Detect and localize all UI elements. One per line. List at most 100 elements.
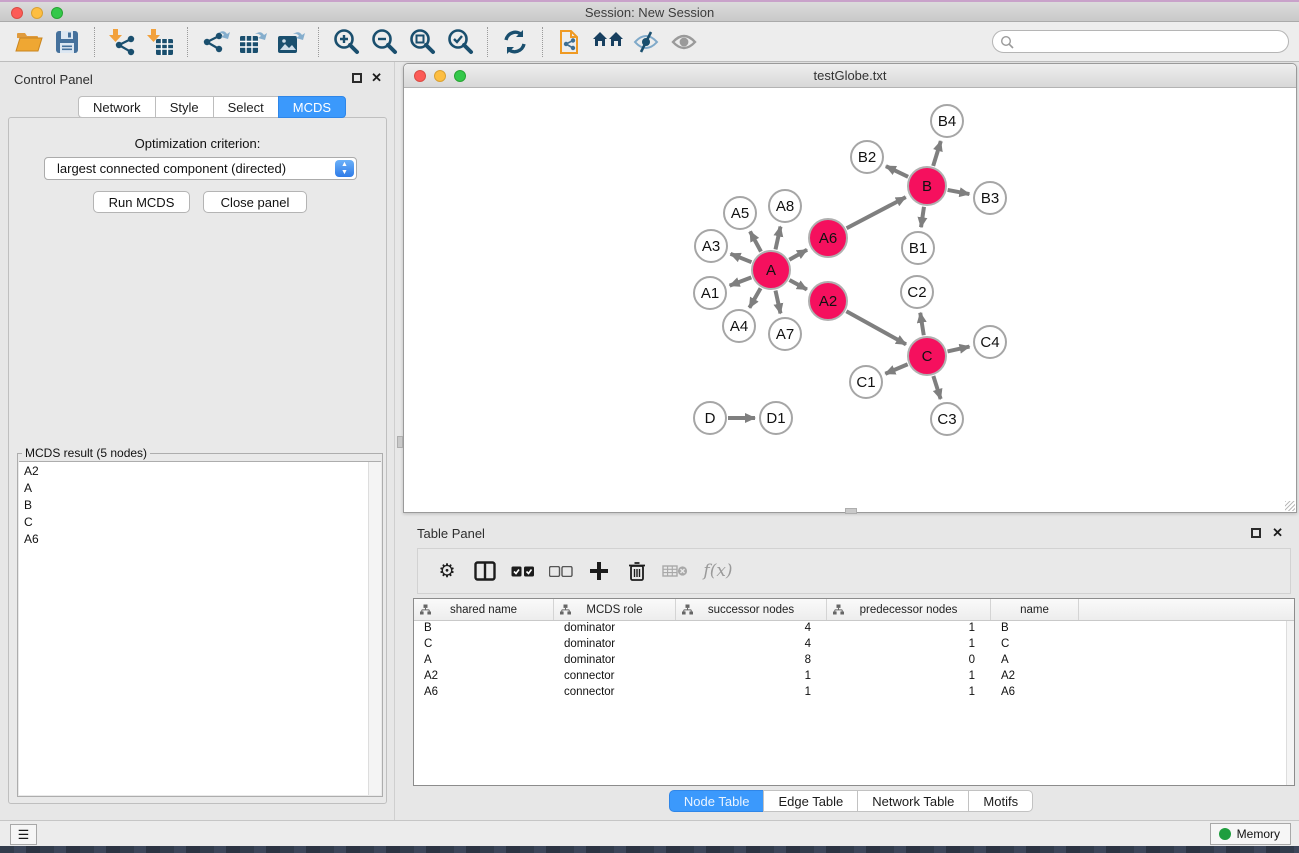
table-cell[interactable]: dominator xyxy=(554,621,676,637)
table-cell[interactable]: C xyxy=(991,637,1079,653)
show-panels-button[interactable]: ☰ xyxy=(10,824,37,845)
graph-edge-A2-C[interactable] xyxy=(846,311,906,344)
function-builder-button[interactable]: f(x) xyxy=(696,554,740,588)
delete-rows-button[interactable] xyxy=(620,554,654,588)
tab-motifs[interactable]: Motifs xyxy=(968,790,1033,812)
table-cell[interactable]: A2 xyxy=(991,669,1079,685)
graph-node-A2[interactable]: A2 xyxy=(808,281,848,321)
float-panel-icon[interactable] xyxy=(1251,528,1261,538)
column-header[interactable]: MCDS role xyxy=(554,599,676,620)
graph-edge-A-A3[interactable] xyxy=(730,254,751,262)
tab-select[interactable]: Select xyxy=(213,96,278,118)
graph-edge-A6-B[interactable] xyxy=(847,197,906,228)
table-cell[interactable]: 1 xyxy=(827,637,991,653)
graph-node-C[interactable]: C xyxy=(907,336,947,376)
window-resize-grip[interactable] xyxy=(1285,501,1295,511)
column-header[interactable]: shared name xyxy=(414,599,554,620)
list-item[interactable]: A xyxy=(19,479,381,496)
list-item[interactable]: C xyxy=(19,513,381,530)
graph-node-C4[interactable]: C4 xyxy=(973,325,1007,359)
clone-network-button[interactable] xyxy=(554,26,586,58)
zoom-out-button[interactable] xyxy=(368,26,400,58)
graph-node-D1[interactable]: D1 xyxy=(759,401,793,435)
table-row[interactable]: Bdominator41B xyxy=(414,621,1294,637)
table-cell[interactable]: 0 xyxy=(827,653,991,669)
home-pages-button[interactable] xyxy=(592,26,624,58)
scrollbar-track[interactable] xyxy=(1286,621,1294,785)
refresh-view-button[interactable] xyxy=(499,26,531,58)
table-cell[interactable]: 4 xyxy=(676,637,827,653)
table-settings-button[interactable]: ⚙ xyxy=(430,554,464,588)
graph-edge-A-A2[interactable] xyxy=(789,280,806,290)
graph-edge-B-B1[interactable] xyxy=(921,207,924,227)
mcds-result-list[interactable]: A2ABCA6 xyxy=(19,461,381,795)
zoom-fit-button[interactable] xyxy=(406,26,438,58)
graph-node-A6[interactable]: A6 xyxy=(808,218,848,258)
export-network-button[interactable] xyxy=(199,26,231,58)
import-table-button[interactable] xyxy=(144,26,176,58)
graph-node-A8[interactable]: A8 xyxy=(768,189,802,223)
graph-node-B[interactable]: B xyxy=(907,166,947,206)
table-cell[interactable]: dominator xyxy=(554,653,676,669)
graph-node-C1[interactable]: C1 xyxy=(849,365,883,399)
scrollbar-track[interactable] xyxy=(368,462,381,795)
graph-edge-A-A6[interactable] xyxy=(789,250,807,260)
import-network-button[interactable] xyxy=(106,26,138,58)
tab-mcds[interactable]: MCDS xyxy=(278,96,346,118)
save-session-button[interactable] xyxy=(51,26,83,58)
graph-edge-A-A7[interactable] xyxy=(775,291,780,314)
network-canvas[interactable]: ABCA2A6A1A3A4A5A7A8B1B2B3B4C1C2C3C4DD1 xyxy=(404,88,1296,512)
delete-table-button[interactable] xyxy=(658,554,692,588)
graph-edge-C-C2[interactable] xyxy=(920,313,924,336)
graph-node-C2[interactable]: C2 xyxy=(900,275,934,309)
network-window-titlebar[interactable]: testGlobe.txt xyxy=(404,64,1296,88)
network-vscroll-thumb[interactable] xyxy=(397,436,403,448)
float-panel-icon[interactable] xyxy=(352,73,362,83)
table-cell[interactable]: A xyxy=(991,653,1079,669)
graph-node-D[interactable]: D xyxy=(693,401,727,435)
show-graphics-details-button[interactable] xyxy=(668,26,700,58)
table-cell[interactable]: 1 xyxy=(676,685,827,701)
tab-network-table[interactable]: Network Table xyxy=(857,790,968,812)
graph-node-A7[interactable]: A7 xyxy=(768,317,802,351)
graph-edge-C-C1[interactable] xyxy=(885,364,907,374)
search-input[interactable] xyxy=(1014,35,1288,49)
graph-edge-B-B4[interactable] xyxy=(933,141,941,166)
list-item[interactable]: A6 xyxy=(19,530,381,547)
table-cell[interactable]: A6 xyxy=(991,685,1079,701)
graph-edge-A-A1[interactable] xyxy=(730,277,752,285)
graph-edge-A-A8[interactable] xyxy=(775,227,780,250)
graph-edge-B-B2[interactable] xyxy=(886,166,908,177)
graph-edge-C-C4[interactable] xyxy=(947,347,969,352)
zoom-selected-button[interactable] xyxy=(444,26,476,58)
search-box[interactable] xyxy=(992,30,1289,53)
table-cell[interactable]: B xyxy=(414,621,554,637)
table-cell[interactable]: C xyxy=(414,637,554,653)
column-header[interactable]: predecessor nodes xyxy=(827,599,991,620)
export-image-button[interactable] xyxy=(275,26,307,58)
graph-node-B4[interactable]: B4 xyxy=(930,104,964,138)
criterion-dropdown[interactable]: largest connected component (directed) ▲… xyxy=(44,157,357,180)
graph-node-A1[interactable]: A1 xyxy=(693,276,727,310)
graph-node-C3[interactable]: C3 xyxy=(930,402,964,436)
column-header[interactable]: name xyxy=(991,599,1079,620)
table-cell[interactable]: 8 xyxy=(676,653,827,669)
table-row[interactable]: A6connector11A6 xyxy=(414,685,1294,701)
node-table[interactable]: shared nameMCDS rolesuccessor nodesprede… xyxy=(413,598,1295,786)
graph-edge-A-A4[interactable] xyxy=(749,288,760,308)
add-row-button[interactable] xyxy=(582,554,616,588)
table-cell[interactable]: A2 xyxy=(414,669,554,685)
graph-edge-A-A5[interactable] xyxy=(750,231,761,251)
graph-edge-C-C3[interactable] xyxy=(933,376,940,399)
column-header[interactable]: successor nodes xyxy=(676,599,827,620)
table-cell[interactable]: 1 xyxy=(827,669,991,685)
table-cell[interactable]: 1 xyxy=(827,685,991,701)
table-cell[interactable]: connector xyxy=(554,685,676,701)
table-cell[interactable]: A6 xyxy=(414,685,554,701)
graph-edge-B-B3[interactable] xyxy=(948,190,970,194)
table-row[interactable]: Cdominator41C xyxy=(414,637,1294,653)
graph-node-A[interactable]: A xyxy=(751,250,791,290)
memory-button[interactable]: Memory xyxy=(1210,823,1291,845)
network-hscroll-thumb[interactable] xyxy=(845,508,857,514)
export-table-button[interactable] xyxy=(237,26,269,58)
